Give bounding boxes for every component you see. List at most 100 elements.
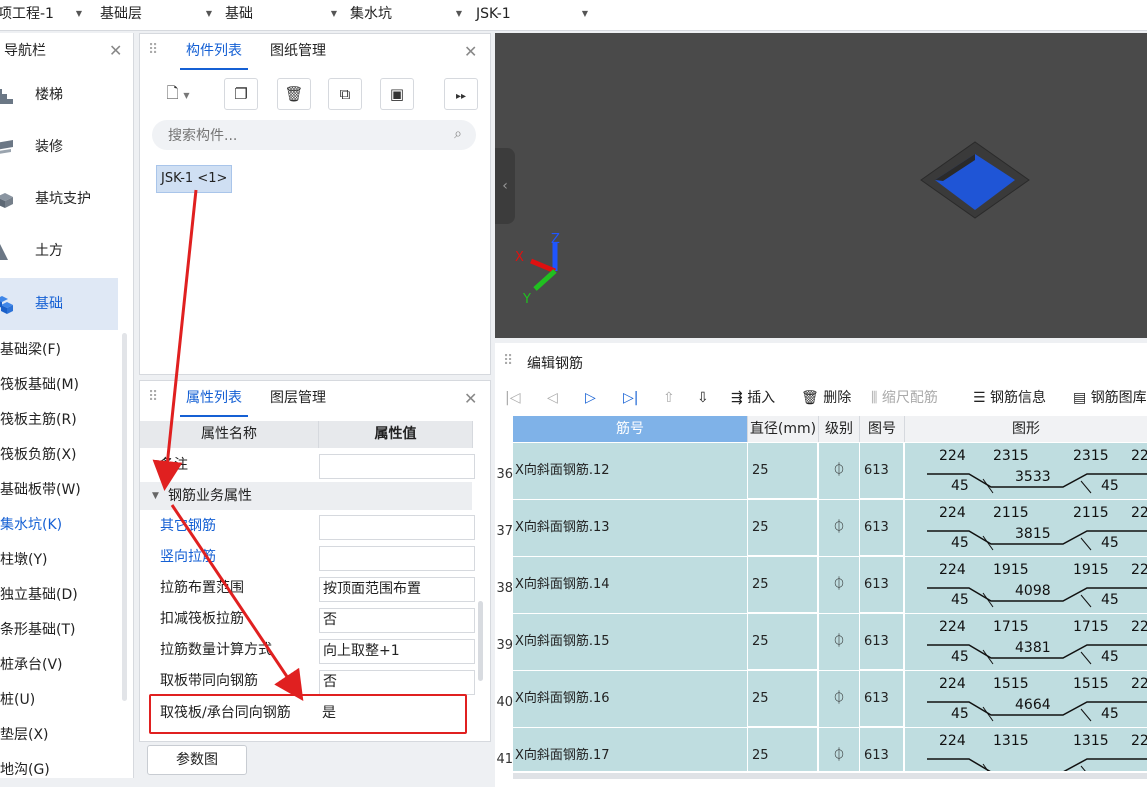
nav-item[interactable]: 独立基础(D) bbox=[0, 585, 78, 605]
type-dropdown[interactable]: 集水坑 ▼ bbox=[350, 0, 468, 30]
floor-dropdown[interactable]: 基础层 ▼ bbox=[100, 0, 218, 30]
search-input[interactable] bbox=[166, 120, 440, 152]
duplicate-button[interactable]: ⧉ bbox=[328, 78, 362, 110]
rebar-shape-cell[interactable]: 224 1715 1715 22 45 4381 45 bbox=[905, 614, 1147, 670]
nav-scrollbar[interactable] bbox=[122, 333, 127, 701]
bar-name-cell[interactable]: X向斜面钢筋.12 bbox=[513, 443, 748, 500]
figure-number-cell[interactable]: 613 bbox=[860, 557, 904, 613]
search-icon[interactable]: ⌕ bbox=[454, 126, 462, 142]
component-item[interactable]: JSK-1 <1> bbox=[156, 165, 233, 193]
close-icon[interactable]: ✕ bbox=[464, 389, 477, 408]
grade-cell[interactable]: ⏀ bbox=[819, 671, 860, 728]
drag-handle-icon[interactable]: ⠿ bbox=[148, 389, 158, 405]
nav-title: 导航栏 bbox=[4, 43, 46, 59]
property-value-input[interactable]: 否 bbox=[319, 608, 475, 633]
rebar-row[interactable]: 40 X向斜面钢筋.16 25 ⏀ 613 224 1515 1515 22 45 4664 45 bbox=[495, 671, 1147, 728]
nav-item[interactable]: 条形基础(T) bbox=[0, 620, 75, 640]
property-value-input[interactable]: 否 bbox=[319, 670, 475, 695]
nav-item[interactable]: 筏板主筋(R) bbox=[0, 410, 77, 430]
figure-number-cell[interactable]: 613 bbox=[860, 443, 904, 499]
figure-number-cell[interactable]: 613 bbox=[860, 671, 904, 727]
3d-viewport[interactable]: ‹ Z X Y bbox=[495, 33, 1147, 338]
property-scrollbar[interactable] bbox=[478, 601, 483, 681]
rebar-row[interactable]: 41 X向斜面钢筋.17 25 ⏀ 613 224 1315 1315 22 bbox=[495, 728, 1147, 771]
component-dropdown[interactable]: JSK-1 ▼ bbox=[476, 0, 594, 30]
rebar-shape-cell[interactable]: 224 2115 2115 22 45 3815 45 bbox=[905, 500, 1147, 556]
diameter-cell[interactable]: 25 bbox=[748, 500, 818, 556]
copy-button[interactable]: ❐ bbox=[224, 78, 258, 110]
collapse-arrow-icon[interactable]: ▼ bbox=[152, 482, 159, 510]
rebar-shape-cell[interactable]: 224 1315 1315 22 bbox=[905, 728, 1147, 771]
property-group-header[interactable]: ▼ 钢筋业务属性 bbox=[140, 482, 472, 510]
tab-layer-management[interactable]: 图层管理 bbox=[264, 381, 332, 415]
grade-cell[interactable]: ⏀ bbox=[819, 557, 860, 614]
property-name-link[interactable]: 其它钢筋 bbox=[160, 511, 216, 542]
tab-drawing-management[interactable]: 图纸管理 bbox=[264, 34, 332, 68]
nav-item[interactable]: 筏板基础(M) bbox=[0, 375, 79, 395]
delete-button[interactable]: 🗑 bbox=[277, 78, 311, 110]
diameter-cell[interactable]: 25 bbox=[748, 443, 818, 499]
figure-number-cell[interactable]: 613 bbox=[860, 500, 904, 556]
nav-item[interactable]: 筏板负筋(X) bbox=[0, 445, 77, 465]
nav-item[interactable]: 基础板带(W) bbox=[0, 480, 81, 500]
shape-dim-top-right: 1315 bbox=[1073, 733, 1109, 749]
figure-number-cell[interactable]: 613 bbox=[860, 614, 904, 670]
rebar-row[interactable]: 39 X向斜面钢筋.15 25 ⏀ 613 224 1715 1715 22 45 4381 45 bbox=[495, 614, 1147, 671]
new-component-button[interactable]: 🗋 ▼ bbox=[156, 78, 200, 108]
rebar-row[interactable]: 37 X向斜面钢筋.13 25 ⏀ 613 224 2115 2115 22 45 3815 45 bbox=[495, 500, 1147, 557]
shape-dim-top-mid: 1515 bbox=[993, 676, 1029, 692]
nav-item[interactable]: 垫层(X) bbox=[0, 725, 49, 745]
rebar-row[interactable]: 38 X向斜面钢筋.14 25 ⏀ 613 224 1915 1915 22 45 4098 45 bbox=[495, 557, 1147, 614]
property-value-input[interactable] bbox=[319, 546, 475, 571]
property-value-input[interactable] bbox=[319, 454, 475, 479]
nav-item-selected[interactable]: 集水坑(K) bbox=[0, 515, 62, 535]
parameter-diagram-button[interactable]: 参数图 bbox=[147, 745, 247, 775]
collapse-left-icon[interactable]: ‹ bbox=[495, 148, 515, 224]
grade-cell[interactable]: ⏀ bbox=[819, 614, 860, 671]
grade-cell[interactable]: ⏀ bbox=[819, 443, 860, 500]
nav-category-stairs[interactable]: 楼梯 bbox=[0, 69, 118, 121]
diameter-cell[interactable]: 25 bbox=[748, 728, 818, 771]
property-value-input[interactable]: 向上取整+1 bbox=[319, 639, 475, 664]
rebar-shape-cell[interactable]: 224 1515 1515 22 45 4664 45 bbox=[905, 671, 1147, 727]
nav-item[interactable]: 地沟(G) bbox=[0, 760, 50, 780]
bar-name-cell[interactable]: X向斜面钢筋.17 bbox=[513, 728, 748, 771]
drag-handle-icon[interactable]: ⠿ bbox=[148, 42, 158, 58]
tab-property-list[interactable]: 属性列表 bbox=[180, 381, 248, 417]
category-dropdown[interactable]: 基础 ▼ bbox=[225, 0, 343, 30]
property-panel: ⠿ 属性列表 图层管理 ✕ 属性名称 属性值 备注 ▼ 钢筋业务属性 其它钢筋 … bbox=[139, 380, 491, 742]
rebar-shape-cell[interactable]: 224 1915 1915 22 45 4098 45 bbox=[905, 557, 1147, 613]
bar-name-cell[interactable]: X向斜面钢筋.13 bbox=[513, 500, 748, 557]
tab-component-list[interactable]: 构件列表 bbox=[180, 34, 248, 70]
nav-item[interactable]: 柱墩(Y) bbox=[0, 550, 47, 570]
nav-category-decoration[interactable]: 装修 bbox=[0, 121, 118, 173]
nav-item[interactable]: 桩承台(V) bbox=[0, 655, 63, 675]
rebar-shape-cell[interactable]: 224 2315 2315 22 45 3533 45 bbox=[905, 443, 1147, 499]
earthwork-icon bbox=[0, 244, 8, 260]
diameter-cell[interactable]: 25 bbox=[748, 557, 818, 613]
close-icon[interactable]: ✕ bbox=[464, 42, 477, 61]
save-button[interactable]: ▣ bbox=[380, 78, 414, 110]
property-value-input[interactable]: 按顶面范围布置 bbox=[319, 577, 475, 602]
grade-cell[interactable]: ⏀ bbox=[819, 500, 860, 557]
project-dropdown[interactable]: 项工程-1 ▼ bbox=[0, 0, 88, 30]
grade-cell[interactable]: ⏀ bbox=[819, 728, 860, 771]
diameter-cell[interactable]: 25 bbox=[748, 614, 818, 670]
diameter-cell[interactable]: 25 bbox=[748, 671, 818, 727]
rebar-row[interactable]: 36 X向斜面钢筋.12 25 ⏀ 613 224 2315 2315 22 45 3533 45 bbox=[495, 443, 1147, 500]
horizontal-scrollbar[interactable] bbox=[513, 773, 1147, 779]
property-value-input[interactable] bbox=[319, 515, 475, 540]
nav-category-foundation[interactable]: 基础 bbox=[0, 278, 118, 330]
bar-name-cell[interactable]: X向斜面钢筋.14 bbox=[513, 557, 748, 614]
bar-name-cell[interactable]: X向斜面钢筋.15 bbox=[513, 614, 748, 671]
property-name-link[interactable]: 竖向拉筋 bbox=[160, 542, 216, 573]
nav-item[interactable]: 基础梁(F) bbox=[0, 340, 61, 360]
nav-category-pit-support[interactable]: 基坑支护 bbox=[0, 173, 118, 225]
search-box[interactable]: ⌕ bbox=[152, 120, 476, 152]
nav-category-earthwork[interactable]: 土方 bbox=[0, 225, 118, 277]
bar-name-cell[interactable]: X向斜面钢筋.16 bbox=[513, 671, 748, 728]
more-button[interactable]: ▸▸ bbox=[444, 78, 478, 110]
figure-number-cell[interactable]: 613 bbox=[860, 728, 904, 771]
close-icon[interactable]: ✕ bbox=[109, 33, 122, 69]
nav-item[interactable]: 桩(U) bbox=[0, 690, 35, 710]
